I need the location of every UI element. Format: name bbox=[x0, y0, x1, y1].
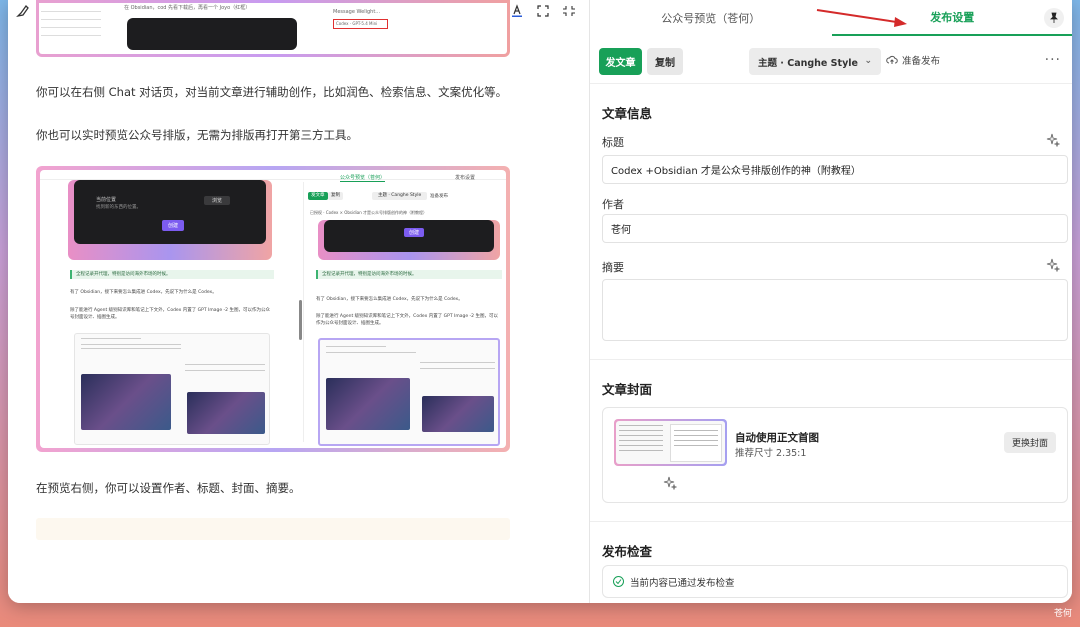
cover-mode-title: 自动使用正文首图 bbox=[735, 432, 819, 444]
chevron-down-icon: ⌄ bbox=[864, 56, 872, 66]
cover-card: 自动使用正文首图 推荐尺寸 2.35:1 更换封面 bbox=[602, 407, 1068, 503]
author-label: 作者 bbox=[602, 198, 624, 211]
inner-dialog-button: 浏览 bbox=[204, 196, 231, 205]
empty-callout[interactable] bbox=[36, 518, 510, 540]
brush-icon[interactable] bbox=[12, 1, 34, 21]
summary-textarea[interactable] bbox=[602, 279, 1068, 341]
inner-breadcrumb: 已授权 · Codex × Obsidian 才是公众号排版创作的神（附教程） bbox=[310, 210, 428, 215]
inner-right-line-1: 有了 Obsidian，接下来要怎么集成进 Codex，先说下为什么是 Code… bbox=[316, 297, 463, 302]
change-cover-button[interactable]: 更换封面 bbox=[1004, 432, 1056, 453]
inner-purple-button: 创建 bbox=[162, 220, 185, 231]
paragraph-settings: 在预览右侧，你可以设置作者、标题、封面、摘要。 bbox=[36, 481, 301, 495]
cloud-upload-icon bbox=[886, 55, 898, 64]
publish-check-message: 当前内容已通过发布检查 bbox=[630, 577, 735, 589]
title-input[interactable]: Codex +Obsidian 才是公众号排版创作的神（附教程） bbox=[602, 155, 1068, 184]
tab-publish-settings[interactable]: 发布设置 bbox=[831, 0, 1072, 36]
publish-check-row: 当前内容已通过发布检查 bbox=[602, 565, 1068, 598]
publish-panel: 公众号预览（苍何） 发布设置 发文章 复制 主题 · Canghe Style … bbox=[589, 0, 1072, 603]
inner-green-tip: 全程记录开代理，特别是访问海外市场的时候。 bbox=[76, 272, 171, 277]
title-label: 标题 bbox=[602, 136, 624, 149]
fullscreen-icon[interactable] bbox=[532, 1, 554, 21]
ai-sparkle-icon[interactable] bbox=[1046, 133, 1060, 147]
cover-thumbnail[interactable] bbox=[614, 419, 727, 466]
prepare-publish-label: 准备发布 bbox=[902, 56, 941, 67]
inner-line-2: 除了能进行 Agent 级别知识库和笔记上下文外，Codex 内置了 GPT I… bbox=[70, 308, 270, 320]
top-screenshot-message: Message Welight... bbox=[333, 9, 381, 15]
inner-tab-preview: 公众号预览（苍何） bbox=[340, 175, 386, 182]
theme-select-value: 主题 · Canghe Style bbox=[758, 57, 858, 69]
inner-prep: 准备发布 bbox=[430, 194, 448, 199]
prepare-publish-button[interactable]: 准备发布 bbox=[886, 53, 940, 67]
expand-icon[interactable] bbox=[558, 1, 580, 21]
inner-line-1: 有了 Obsidian，接下来要怎么集成进 Codex，先说下为什么是 Code… bbox=[70, 290, 217, 295]
copy-button[interactable]: 复制 bbox=[647, 48, 683, 75]
inner-tab-publish: 发布设置 bbox=[455, 175, 476, 181]
top-screenshot-note: 在 Obsidian，cod 先看下载后，再看一个 Joyo（红框） bbox=[124, 5, 251, 11]
paragraph-chat: 你可以在右侧 Chat 对话页，对当前文章进行辅助创作，比如润色、检索信息、文案… bbox=[36, 85, 508, 99]
preview-screenshot: 当前位置 找到新的东西的位置。 浏览 创建 全程记录开代理，特别是访问海外市场的… bbox=[36, 166, 510, 452]
top-screenshot-red-box: Codex · GPT-5.4 Mini bbox=[333, 19, 388, 29]
watermark: 苍何 bbox=[1053, 609, 1072, 619]
inner-dialog-title: 当前位置 bbox=[96, 197, 117, 203]
article-info-title: 文章信息 bbox=[602, 106, 653, 121]
inner-theme: 主题 · Canghe Style bbox=[372, 192, 428, 200]
inner-copy-button: 复制 bbox=[328, 192, 343, 200]
inner-right-line-2: 除了能进行 Agent 级别知识库和笔记上下文外，Codex 内置了 GPT I… bbox=[316, 314, 498, 326]
top-screenshot: 在 Obsidian，cod 先看下载后，再看一个 Joyo（红框） Messa… bbox=[36, 0, 510, 57]
action-bar: 发文章 复制 主题 · Canghe Style ⌄ 准备发布 ··· bbox=[590, 40, 1072, 84]
top-screenshot-dark-card bbox=[127, 18, 297, 50]
ai-sparkle-icon[interactable] bbox=[1046, 258, 1060, 272]
inner-dialog-sub: 找到新的东西的位置。 bbox=[96, 205, 141, 210]
ai-sparkle-icon[interactable] bbox=[663, 476, 677, 490]
editor-pane[interactable]: H2 H3 Hn B I bbox=[8, 0, 589, 603]
pin-icon bbox=[1050, 12, 1058, 23]
pin-button[interactable] bbox=[1044, 8, 1064, 28]
more-icon[interactable]: ··· bbox=[1045, 52, 1061, 68]
cover-size-hint: 推荐尺寸 2.35:1 bbox=[735, 448, 807, 459]
check-circle-icon bbox=[613, 576, 624, 587]
cover-title: 文章封面 bbox=[602, 382, 653, 397]
inner-publish-button: 发文章 bbox=[308, 192, 328, 200]
paragraph-preview: 你也可以实时预览公众号排版，无需为排版再打开第三方工具。 bbox=[36, 128, 358, 142]
theme-select[interactable]: 主题 · Canghe Style ⌄ bbox=[749, 48, 881, 75]
summary-label: 摘要 bbox=[602, 261, 624, 274]
publish-button[interactable]: 发文章 bbox=[599, 48, 642, 75]
publish-check-title: 发布检查 bbox=[602, 544, 653, 559]
author-input[interactable]: 苍何 bbox=[602, 214, 1068, 243]
app-window: H2 H3 Hn B I bbox=[8, 0, 1072, 603]
panel-tabs: 公众号预览（苍何） 发布设置 bbox=[590, 0, 1072, 36]
tab-preview[interactable]: 公众号预览（苍何） bbox=[590, 0, 832, 36]
